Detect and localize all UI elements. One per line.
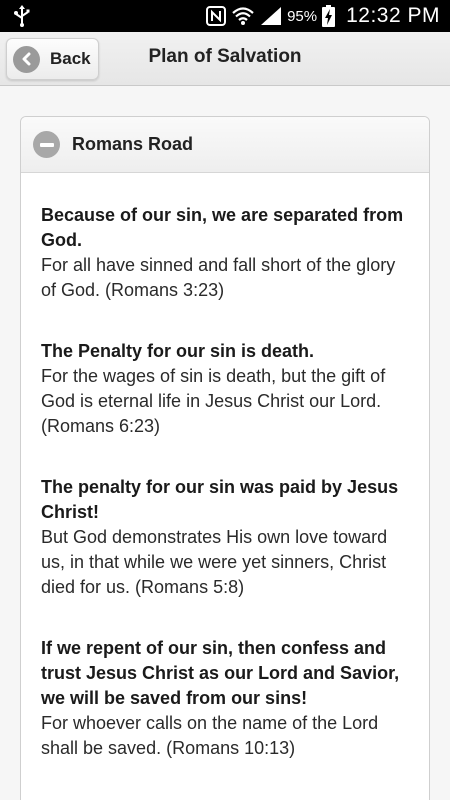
romans-road-section: Romans Road Because of our sin, we are s… [20, 116, 430, 800]
list-item: The penalty for our sin was paid by Jesu… [41, 475, 409, 600]
chevron-left-icon [13, 45, 40, 73]
section-toggle-header[interactable]: Romans Road [21, 117, 429, 173]
wifi-icon [231, 6, 255, 26]
list-item: The Penalty for our sin is death. For th… [41, 339, 409, 439]
verse-heading: If we repent of our sin, then confess an… [41, 638, 400, 708]
verse-text: For the wages of sin is death, but the g… [41, 366, 386, 436]
app-header: Back Plan of Salvation [0, 32, 450, 86]
back-button-label: Back [50, 49, 91, 68]
verse-text: For whoever calls on the name of the Lor… [41, 713, 379, 758]
list-item: Because of our sin, we are separated fro… [41, 203, 409, 303]
list-item: If we repent of our sin, then confess an… [41, 636, 409, 761]
back-button[interactable]: Back [6, 38, 99, 80]
battery-charging-icon [322, 5, 336, 27]
status-bar: 95% 12:32 PM [0, 0, 450, 32]
section-title: Romans Road [72, 134, 194, 154]
verse-text: For all have sinned and fall short of th… [41, 255, 396, 300]
signal-icon [260, 6, 282, 26]
status-clock: 12:32 PM [346, 4, 440, 27]
usb-icon [12, 5, 36, 27]
verse-text: But God demonstrates His own love toward… [41, 527, 388, 597]
verse-heading: The penalty for our sin was paid by Jesu… [41, 477, 399, 522]
collapse-icon [33, 131, 60, 158]
battery-percent: 95% [287, 7, 318, 25]
verse-heading: The Penalty for our sin is death. [41, 341, 315, 361]
section-content: Because of our sin, we are separated fro… [21, 173, 429, 761]
verse-heading: Because of our sin, we are separated fro… [41, 205, 404, 250]
nfc-icon [206, 6, 227, 26]
